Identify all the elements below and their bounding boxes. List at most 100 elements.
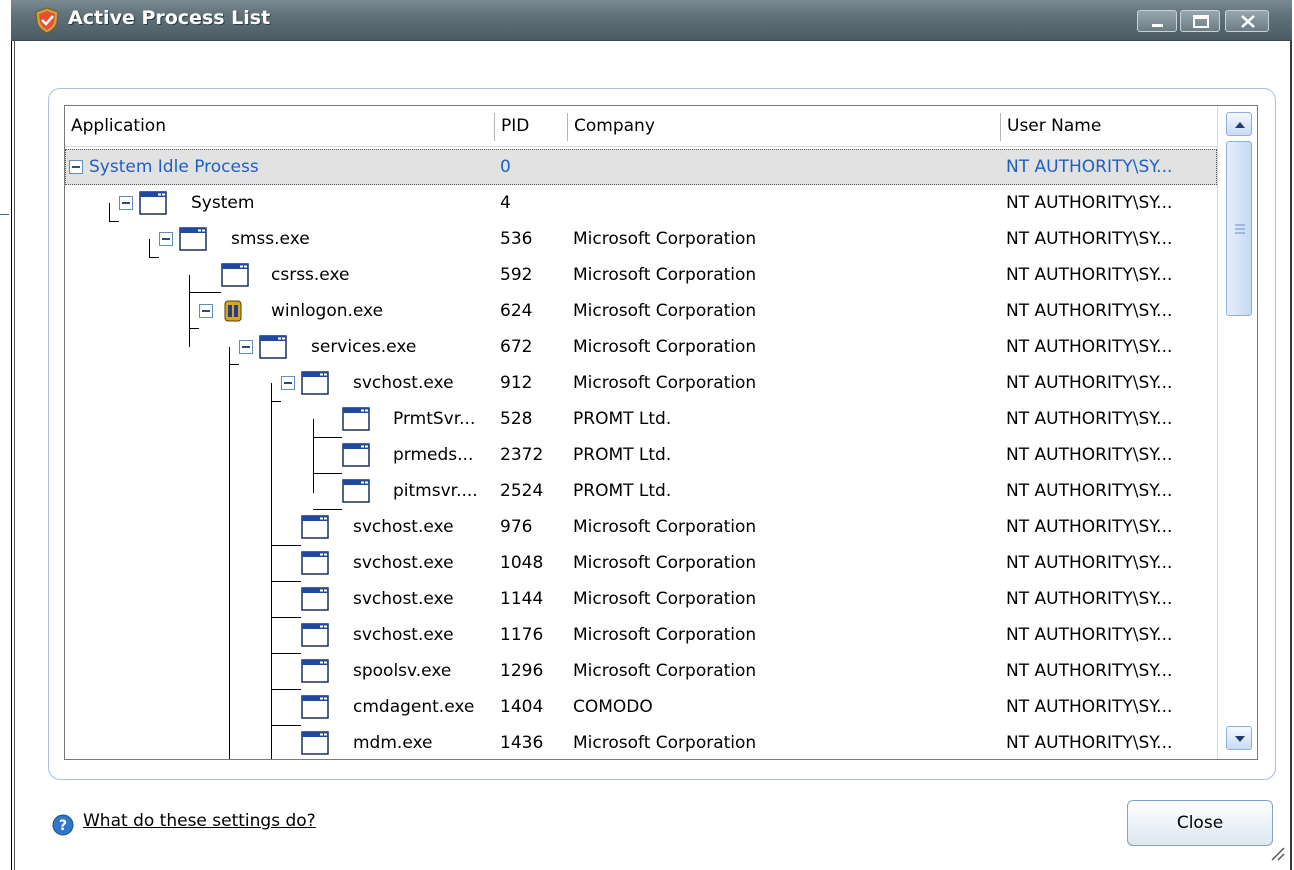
process-row[interactable]: services.exe 672 Microsoft Corporation NT A… [65,329,1217,365]
tree-connector [149,239,150,257]
grip-lines-icon [1235,224,1245,234]
close-window-button[interactable] [1225,10,1269,32]
process-name: csrss.exe [271,265,350,285]
process-row[interactable]: System 4 NT AUTHORITY\SY... [65,185,1217,221]
tree-connector [271,689,301,690]
scroll-thumb[interactable] [1226,141,1252,316]
process-company: Microsoft Corporation [573,337,757,357]
close-icon [1241,15,1255,28]
comodo-shield-icon [35,7,59,34]
process-company: PROMT Ltd. [573,481,672,501]
process-name: System [191,193,255,213]
process-company: PROMT Ltd. [573,445,672,465]
process-name: services.exe [311,337,417,357]
process-pid: 976 [500,517,533,537]
process-company: Microsoft Corporation [573,229,757,249]
help-link[interactable]: What do these settings do? [83,811,316,831]
column-header-application[interactable]: Application [65,106,495,146]
tree-connector [313,509,342,510]
process-row[interactable]: System Idle Process 0 NT AUTHORITY\SY... [65,149,1217,185]
process-list[interactable]: Application PID Company User Name System… [64,105,1258,760]
scroll-down-button[interactable] [1226,726,1252,750]
tree-connector [271,401,281,402]
tree-connector [229,364,239,365]
arrow-down-icon [1235,736,1245,742]
process-row[interactable]: smss.exe 536 Microsoft Corporation NT AUTHO… [65,221,1217,257]
window-edge [11,40,12,870]
window-icon [301,371,329,395]
process-user: NT AUTHORITY\SY... [1006,265,1173,285]
window-icon [301,515,329,539]
column-header-pid[interactable]: PID [495,106,567,146]
vertical-scrollbar[interactable] [1217,106,1257,759]
process-name: smss.exe [231,229,310,249]
process-company: Microsoft Corporation [573,625,757,645]
process-row[interactable]: svchost.exe 1048 Microsoft Corporation NT A… [65,545,1217,581]
process-user: NT AUTHORITY\SY... [1006,445,1173,465]
process-user: NT AUTHORITY\SY... [1006,733,1173,753]
process-name: pitmsvr.... [393,481,478,501]
process-pid: 592 [500,265,533,285]
process-user: NT AUTHORITY\SY... [1006,337,1173,357]
minimize-button[interactable] [1137,10,1177,32]
process-user: NT AUTHORITY\SY... [1006,589,1173,609]
process-company: Microsoft Corporation [573,589,757,609]
process-pid: 1436 [500,733,544,753]
process-name: svchost.exe [353,589,454,609]
process-name: spoolsv.exe [353,661,452,681]
process-row[interactable]: svchost.exe 912 Microsoft Corporation NT AU… [65,365,1217,401]
process-user: NT AUTHORITY\SY... [1006,625,1173,645]
process-row[interactable]: prmeds... 2372 PROMT Ltd. NT AUTHORITY\SY..… [65,437,1217,473]
process-name: svchost.exe [353,517,454,537]
tree-connector [313,437,342,438]
process-company: Microsoft Corporation [573,661,757,681]
collapse-icon[interactable] [119,196,133,210]
process-company: COMODO [573,697,653,717]
process-row[interactable]: csrss.exe 592 Microsoft Corporation NT AUTH… [65,257,1217,293]
window-edge-inner [14,40,15,870]
process-row[interactable]: svchost.exe 1176 Microsoft Corporation NT A… [65,617,1217,653]
process-user: NT AUTHORITY\SY... [1006,373,1173,393]
process-row[interactable]: cmdagent.exe 1404 COMODO NT AUTHORITY\SY... [65,689,1217,725]
close-button[interactable]: Close [1127,800,1273,846]
svg-text:?: ? [59,818,67,834]
collapse-icon[interactable] [69,160,83,174]
process-company [573,149,993,185]
collapse-icon[interactable] [239,340,253,354]
process-row[interactable]: mdm.exe 1436 Microsoft Corporation NT AUTHO… [65,725,1217,759]
process-name: winlogon.exe [271,301,384,321]
column-header-user-name[interactable]: User Name [1001,106,1217,146]
process-pid: 536 [500,229,533,249]
tree-connector [109,221,119,222]
window-title: Active Process List [68,7,271,29]
title-bar[interactable]: Active Process List [11,0,1292,41]
collapse-icon[interactable] [159,232,173,246]
process-row[interactable]: svchost.exe 976 Microsoft Corporation NT AU… [65,509,1217,545]
process-row[interactable]: spoolsv.exe 1296 Microsoft Corporation NT A… [65,653,1217,689]
process-pid: 1296 [500,661,544,681]
help-question-icon[interactable]: ? [52,814,74,836]
tree-connector [271,545,301,546]
process-row[interactable]: winlogon.exe 624 Microsoft Corporation NT A… [65,293,1217,329]
window-icon [139,191,167,215]
resize-grip-icon[interactable] [1266,842,1286,862]
maximize-button[interactable] [1180,10,1220,32]
process-row[interactable]: PrmtSvr... 528 PROMT Ltd. NT AUTHORITY\SY..… [65,401,1217,437]
process-name: cmdagent.exe [353,697,475,717]
process-pid: 0 [500,157,511,177]
window-icon [301,659,329,683]
tree-connector [271,617,301,618]
column-header-company[interactable]: Company [568,106,998,146]
process-row[interactable]: pitmsvr.... 2524 PROMT Ltd. NT AUTHORITY\SY… [65,473,1217,509]
scroll-up-button[interactable] [1226,112,1252,136]
window-icon [342,443,370,467]
collapse-icon[interactable] [199,304,213,318]
window-icon [342,407,370,431]
process-user: NT AUTHORITY\SY... [1006,481,1173,501]
collapse-icon[interactable] [281,376,295,390]
process-pid: 1048 [500,553,544,573]
process-company: Microsoft Corporation [573,301,757,321]
process-pid: 912 [500,373,533,393]
process-row[interactable]: svchost.exe 1144 Microsoft Corporation NT A… [65,581,1217,617]
process-pid: 1176 [500,625,544,645]
